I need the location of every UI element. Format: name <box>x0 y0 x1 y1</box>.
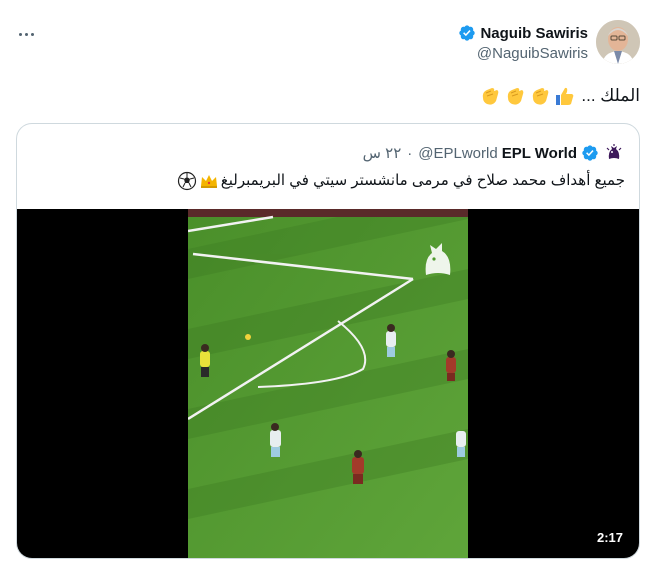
tweet-text-body: الملك ... <box>581 86 640 105</box>
more-options-button[interactable] <box>14 24 38 44</box>
quote-header: ٢٢ س · @EPLworld EPL World <box>363 142 625 164</box>
thumbs-up-icon <box>556 87 574 105</box>
tweet-author[interactable]: Naguib Sawiris @NaguibSawiris <box>458 22 588 62</box>
quote-time[interactable]: ٢٢ س <box>363 144 402 162</box>
verified-badge-icon <box>582 145 598 161</box>
player-goalkeeper <box>200 344 210 377</box>
quoted-tweet[interactable]: ٢٢ س · @EPLworld EPL World جميع أهداف مح… <box>16 123 640 559</box>
verified-badge-icon <box>459 25 476 41</box>
avatar-portrait-icon <box>596 20 640 64</box>
video-frame <box>188 209 468 558</box>
tweet-emojis <box>478 84 577 108</box>
clapping-hands-icon <box>533 88 549 105</box>
quote-text: جميع أهداف محمد صلاح في مرمى مانشستر سيت… <box>177 170 625 192</box>
clapping-hands-icon <box>483 88 499 105</box>
more-dot <box>30 32 34 36</box>
quote-author-handle: @EPLworld <box>418 144 498 162</box>
quote-text-body: جميع أهداف محمد صلاح في مرمى مانشستر سيت… <box>220 172 625 189</box>
author-name-row: Naguib Sawiris <box>458 22 588 44</box>
quote-separator: · <box>407 144 413 162</box>
quote-author-name: EPL World <box>501 144 577 162</box>
video-player[interactable]: 2:17 <box>17 209 639 558</box>
more-dot <box>18 32 22 36</box>
crown-icon <box>200 175 217 188</box>
author-handle[interactable]: @NaguibSawiris <box>458 45 588 62</box>
tweet[interactable]: Naguib Sawiris @NaguibSawiris الملك ... <box>0 0 648 569</box>
clapping-hands-icon <box>508 88 524 105</box>
premier-league-logo-icon <box>603 142 625 164</box>
player-white <box>386 324 396 357</box>
tweet-text: الملك ... <box>478 84 640 108</box>
more-dot <box>24 32 28 36</box>
author-avatar[interactable] <box>596 20 640 64</box>
author-name[interactable]: Naguib Sawiris <box>480 25 588 42</box>
player-white <box>456 431 466 457</box>
football-pitch-image <box>188 209 468 558</box>
soccer-ball-icon <box>177 171 196 191</box>
video-duration: 2:17 <box>596 530 623 545</box>
player-red <box>446 350 456 381</box>
